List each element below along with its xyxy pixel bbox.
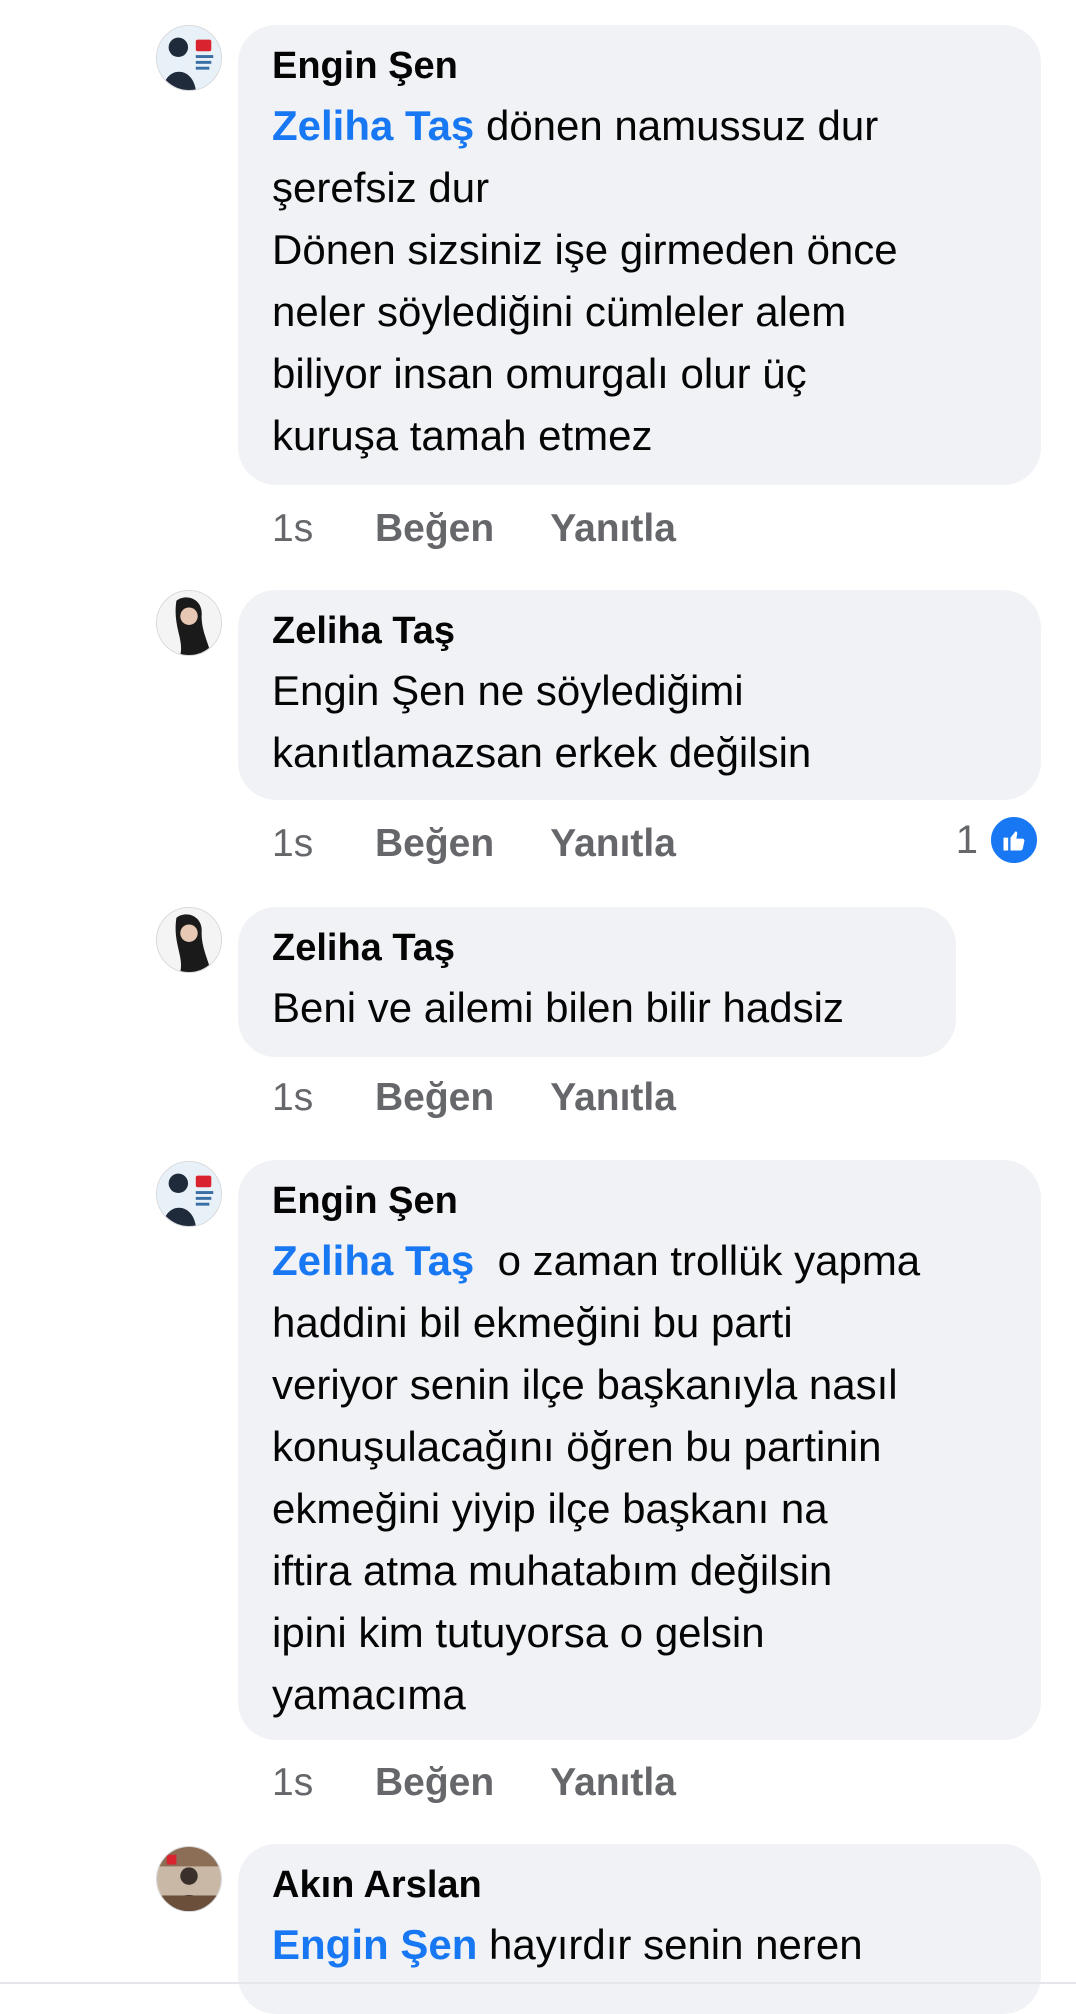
comment-line: veriyor senin ilçe başkanıyla nasıl [272,1361,898,1408]
like-button[interactable]: Beğen [375,1076,494,1120]
comment-line: iftira atma muhatabım değilsin [272,1547,833,1594]
comment-text-inline: o zaman trollük yapma [474,1237,921,1284]
reply-button[interactable]: Yanıtla [550,822,676,866]
comment-text: Engin Şen ne söylediğimi kanıtlamazsan e… [272,660,1009,784]
comment-time[interactable]: 1s [272,1076,375,1120]
comment-line: neler söylediğini cümleler alem [272,288,847,335]
comment-line: haddini bil ekmeğini bu parti [272,1299,793,1346]
comment-actions: 1s Beğen Yanıtla [272,1761,676,1805]
comment-time[interactable]: 1s [272,507,375,551]
comment-line: yamacıma [272,1671,466,1718]
comment-author[interactable]: Engin Şen [272,1180,1009,1222]
comment-line: ekmeğini yiyip ilçe başkanı na [272,1485,828,1532]
comment-bubble: Engin Şen Zeliha Taş dönen namussuz dur … [238,25,1041,485]
comment-text: Engin Şen hayırdır senin neren [272,1914,1009,1976]
comment-line: Dönen sizsiniz işe girmeden önce [272,226,898,273]
like-button[interactable]: Beğen [375,507,494,551]
reply-button[interactable]: Yanıtla [550,1761,676,1805]
comment-text: Zeliha Taş o zaman trollük yapma haddini… [272,1230,1009,1726]
comment-line: kuruşa tamah etmez [272,412,653,459]
chp-avatar-icon[interactable] [156,1161,222,1227]
comment-bubble: Akın Arslan Engin Şen hayırdır senin ner… [238,1844,1041,2014]
reply-button[interactable]: Yanıtla [550,507,676,551]
reply-button[interactable]: Yanıtla [550,1076,676,1120]
comment-text-inline: dönen namussuz dur [474,102,879,149]
comment-author[interactable]: Zeliha Taş [272,927,924,969]
comment-line: ipini kim tutuyorsa o gelsin [272,1609,765,1656]
comment-actions: 1s Beğen Yanıtla [272,507,676,551]
bottom-divider [0,1982,1076,1984]
reaction-count: 1 [955,817,978,862]
comment-author[interactable]: Zeliha Taş [272,610,1009,652]
mention-link[interactable]: Zeliha Taş [272,1237,474,1284]
like-thumb-icon [988,814,1040,866]
comment-line: kanıtlamazsan erkek değilsin [272,729,812,776]
mention-link[interactable]: Zeliha Taş [272,102,474,149]
comment-author[interactable]: Engin Şen [272,45,1009,87]
comment-time[interactable]: 1s [272,822,375,866]
reaction-summary[interactable]: 1 [956,814,1040,866]
comment-bubble: Engin Şen Zeliha Taş o zaman trollük yap… [238,1160,1041,1740]
comment-line: şerefsiz dur [272,164,490,211]
comment-line: Beni ve ailemi bilen bilir hadsiz [272,984,844,1031]
comment-actions: 1s Beğen Yanıtla [272,1076,676,1120]
office-avatar-icon[interactable] [156,1846,222,1912]
comment-actions: 1s Beğen Yanıtla [272,822,676,866]
comment-line: konuşulacağını öğren bu partinin [272,1423,882,1470]
comment-line: Engin Şen ne söylediğimi [272,667,744,714]
woman-avatar-icon[interactable] [156,907,222,973]
like-button[interactable]: Beğen [375,1761,494,1805]
comment-bubble: Zeliha Taş Beni ve ailemi bilen bilir ha… [238,907,956,1057]
like-button[interactable]: Beğen [375,822,494,866]
comment-line: biliyor insan omurgalı olur üç [272,350,807,397]
chp-avatar-icon[interactable] [156,25,222,91]
comment-text: Beni ve ailemi bilen bilir hadsiz [272,977,924,1039]
comment-author[interactable]: Akın Arslan [272,1864,1009,1906]
comment-bubble: Zeliha Taş Engin Şen ne söylediğimi kanı… [238,590,1041,800]
mention-link[interactable]: Engin Şen [272,1921,477,1968]
comment-text-inline: hayırdır senin neren [477,1921,863,1968]
comment-text: Zeliha Taş dönen namussuz dur şerefsiz d… [272,95,1009,467]
woman-avatar-icon[interactable] [156,590,222,656]
comment-time[interactable]: 1s [272,1761,375,1805]
